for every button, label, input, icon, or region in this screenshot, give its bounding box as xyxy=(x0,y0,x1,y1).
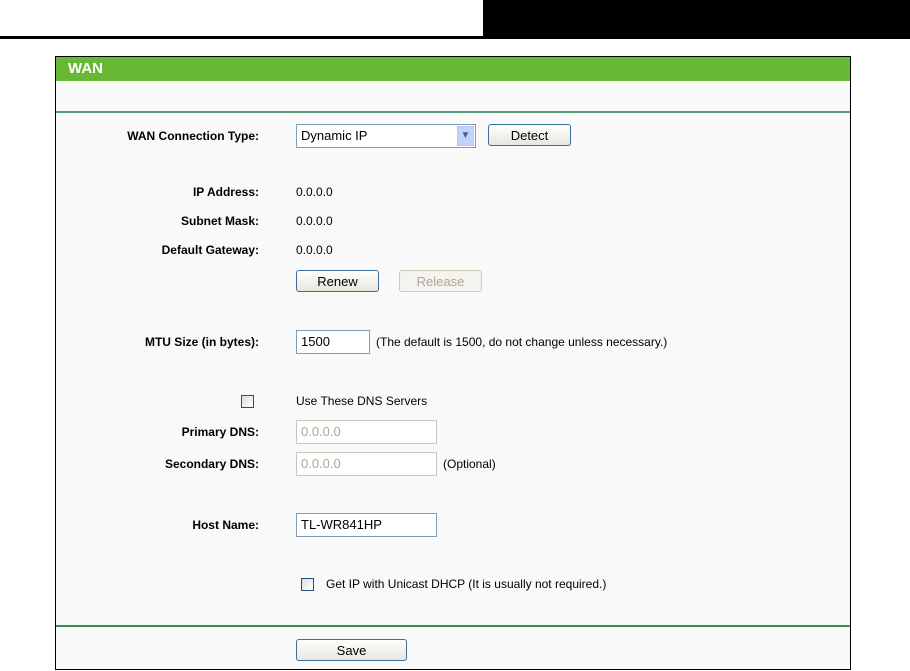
default-gateway-label: Default Gateway: xyxy=(161,243,259,257)
primary-dns-label: Primary DNS: xyxy=(181,425,259,439)
ip-address-label: IP Address: xyxy=(192,185,259,199)
header-rule xyxy=(0,36,910,39)
unicast-dhcp-label: Get IP with Unicast DHCP (It is usually … xyxy=(326,577,607,591)
default-gateway-value: 0.0.0.0 xyxy=(296,243,333,257)
use-dns-label: Use These DNS Servers xyxy=(296,394,428,408)
primary-dns-input[interactable]: 0.0.0.0 xyxy=(296,420,437,444)
save-button[interactable]: Save xyxy=(296,639,407,661)
host-name-input[interactable]: TL-WR841HP xyxy=(296,513,437,537)
ip-address-value: 0.0.0.0 xyxy=(296,185,333,199)
connection-type-label: WAN Connection Type: xyxy=(127,129,259,143)
unicast-dhcp-checkbox[interactable] xyxy=(301,578,314,591)
mtu-input[interactable]: 1500 xyxy=(296,330,370,354)
secondary-dns-label: Secondary DNS: xyxy=(164,457,259,471)
connection-type-select[interactable]: Dynamic IP ▼ xyxy=(296,124,476,148)
connection-type-value: Dynamic IP xyxy=(301,128,368,143)
mtu-label: MTU Size (in bytes): xyxy=(144,335,259,349)
chevron-down-icon[interactable]: ▼ xyxy=(457,126,474,146)
detect-button[interactable]: Detect xyxy=(488,124,571,146)
renew-button[interactable]: Renew xyxy=(296,270,379,292)
use-dns-checkbox[interactable] xyxy=(241,395,254,408)
subnet-mask-label: Subnet Mask: xyxy=(180,214,259,228)
mtu-note: (The default is 1500, do not change unle… xyxy=(376,335,668,349)
divider xyxy=(56,625,850,627)
header-black-bar xyxy=(483,0,910,37)
divider xyxy=(56,111,850,113)
release-button[interactable]: Release xyxy=(399,270,482,292)
secondary-dns-optional: (Optional) xyxy=(443,457,496,471)
subnet-mask-value: 0.0.0.0 xyxy=(296,214,333,228)
secondary-dns-input[interactable]: 0.0.0.0 xyxy=(296,452,437,476)
panel-title: WAN xyxy=(56,57,850,81)
wan-panel: WAN WAN Connection Type: Dynamic IP ▼ De… xyxy=(55,56,851,670)
host-name-label: Host Name: xyxy=(192,518,259,532)
